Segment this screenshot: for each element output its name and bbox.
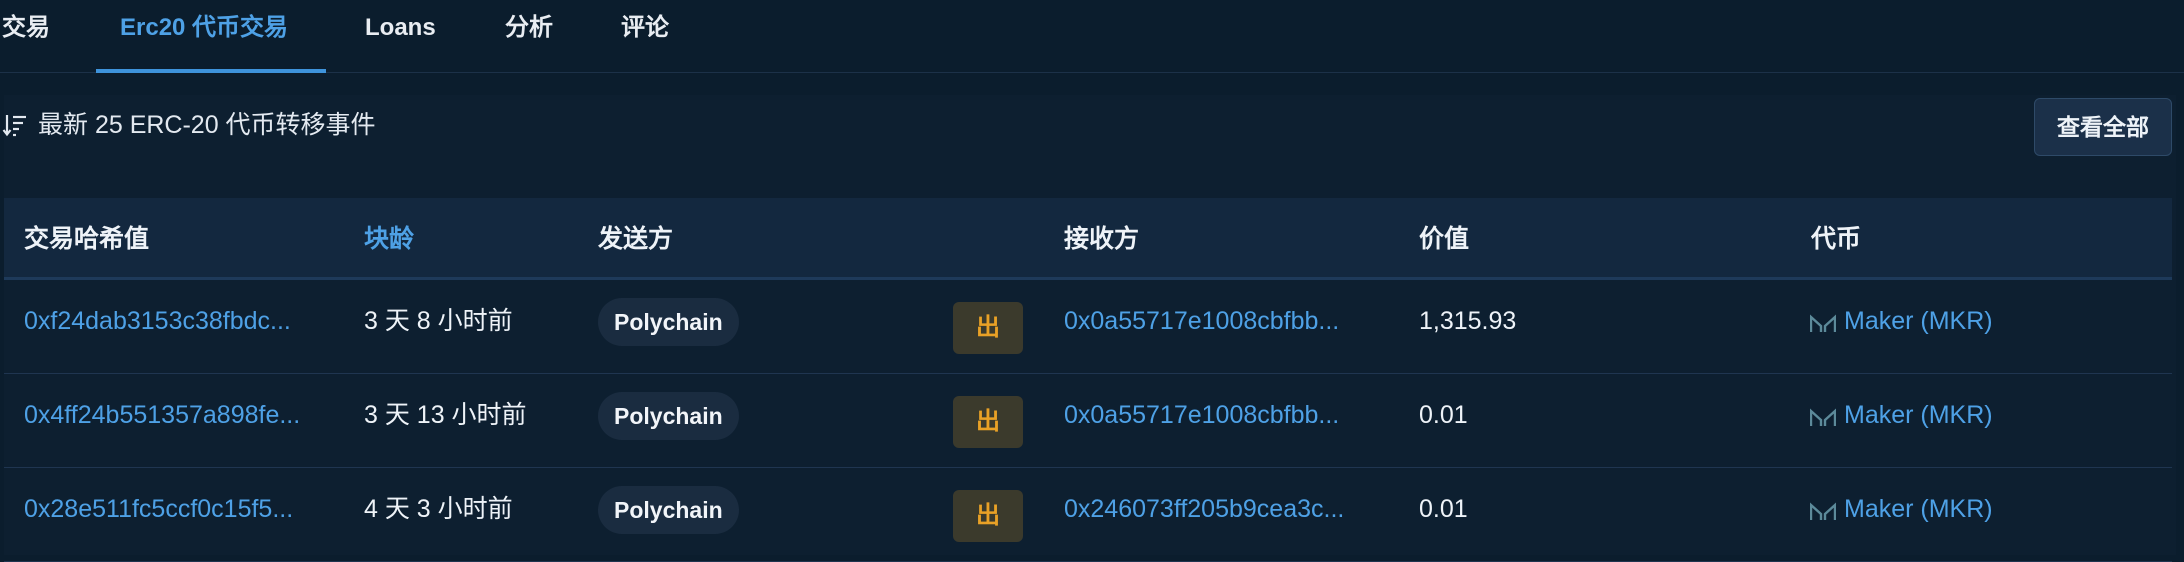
recipient-address-link[interactable]: 0x246073ff205b9cea3c... bbox=[1064, 492, 1364, 526]
value-cell: 0.01 bbox=[1419, 401, 1468, 429]
value-cell: 1,315.93 bbox=[1419, 307, 1517, 335]
maker-logo-icon bbox=[1810, 502, 1836, 520]
token-link[interactable]: Maker (MKR) bbox=[1844, 492, 1993, 526]
maker-logo-icon bbox=[1810, 408, 1836, 426]
tx-hash-link[interactable]: 0x4ff24b551357a898fe... bbox=[24, 398, 324, 432]
tx-hash-link[interactable]: 0x28e511fc5ccf0c15f5... bbox=[24, 492, 324, 526]
recipient-address-link[interactable]: 0x0a55717e1008cbfbb... bbox=[1064, 304, 1364, 338]
sender-tag[interactable]: Polychain bbox=[598, 486, 739, 534]
out-direction-badge: 出 bbox=[953, 490, 1023, 542]
recipient-address-link[interactable]: 0x0a55717e1008cbfbb... bbox=[1064, 398, 1364, 432]
header-token: 代币 bbox=[1811, 225, 1862, 253]
tab-comments[interactable]: 评论 bbox=[621, 10, 669, 46]
sender-tag[interactable]: Polychain bbox=[598, 298, 739, 346]
header-from: 发送方 bbox=[598, 225, 674, 253]
header-to: 接收方 bbox=[1064, 225, 1140, 253]
header-tx-hash: 交易哈希值 bbox=[24, 225, 150, 253]
age-cell: 3 天 13 小时前 bbox=[364, 401, 527, 429]
out-direction-badge: 出 bbox=[953, 302, 1023, 354]
out-direction-badge: 出 bbox=[953, 396, 1023, 448]
value-cell: 0.01 bbox=[1419, 495, 1468, 523]
age-cell: 4 天 3 小时前 bbox=[364, 495, 513, 523]
age-cell: 3 天 8 小时前 bbox=[364, 307, 513, 335]
header-age[interactable]: 块龄 bbox=[364, 222, 414, 256]
sort-descending-icon bbox=[2, 115, 26, 137]
token-link[interactable]: Maker (MKR) bbox=[1844, 398, 1993, 432]
view-all-button[interactable]: 查看全部 bbox=[2034, 98, 2172, 156]
active-tab-indicator bbox=[96, 69, 326, 73]
token-link[interactable]: Maker (MKR) bbox=[1844, 304, 1993, 338]
tab-analytics[interactable]: 分析 bbox=[505, 10, 553, 46]
maker-logo-icon bbox=[1810, 314, 1836, 332]
tab-loans[interactable]: Loans bbox=[365, 10, 436, 46]
panel-title: 最新 25 ERC-20 代币转移事件 bbox=[38, 111, 376, 139]
tx-hash-link[interactable]: 0xf24dab3153c38fbdc... bbox=[24, 304, 324, 338]
sender-tag[interactable]: Polychain bbox=[598, 392, 739, 440]
tab-bar: 交易 Erc20 代币交易 Loans 分析 评论 bbox=[0, 0, 2184, 73]
tab-erc20-transfers[interactable]: Erc20 代币交易 bbox=[120, 10, 288, 46]
header-value: 价值 bbox=[1419, 225, 1470, 253]
tab-transactions[interactable]: 交易 bbox=[2, 10, 50, 46]
